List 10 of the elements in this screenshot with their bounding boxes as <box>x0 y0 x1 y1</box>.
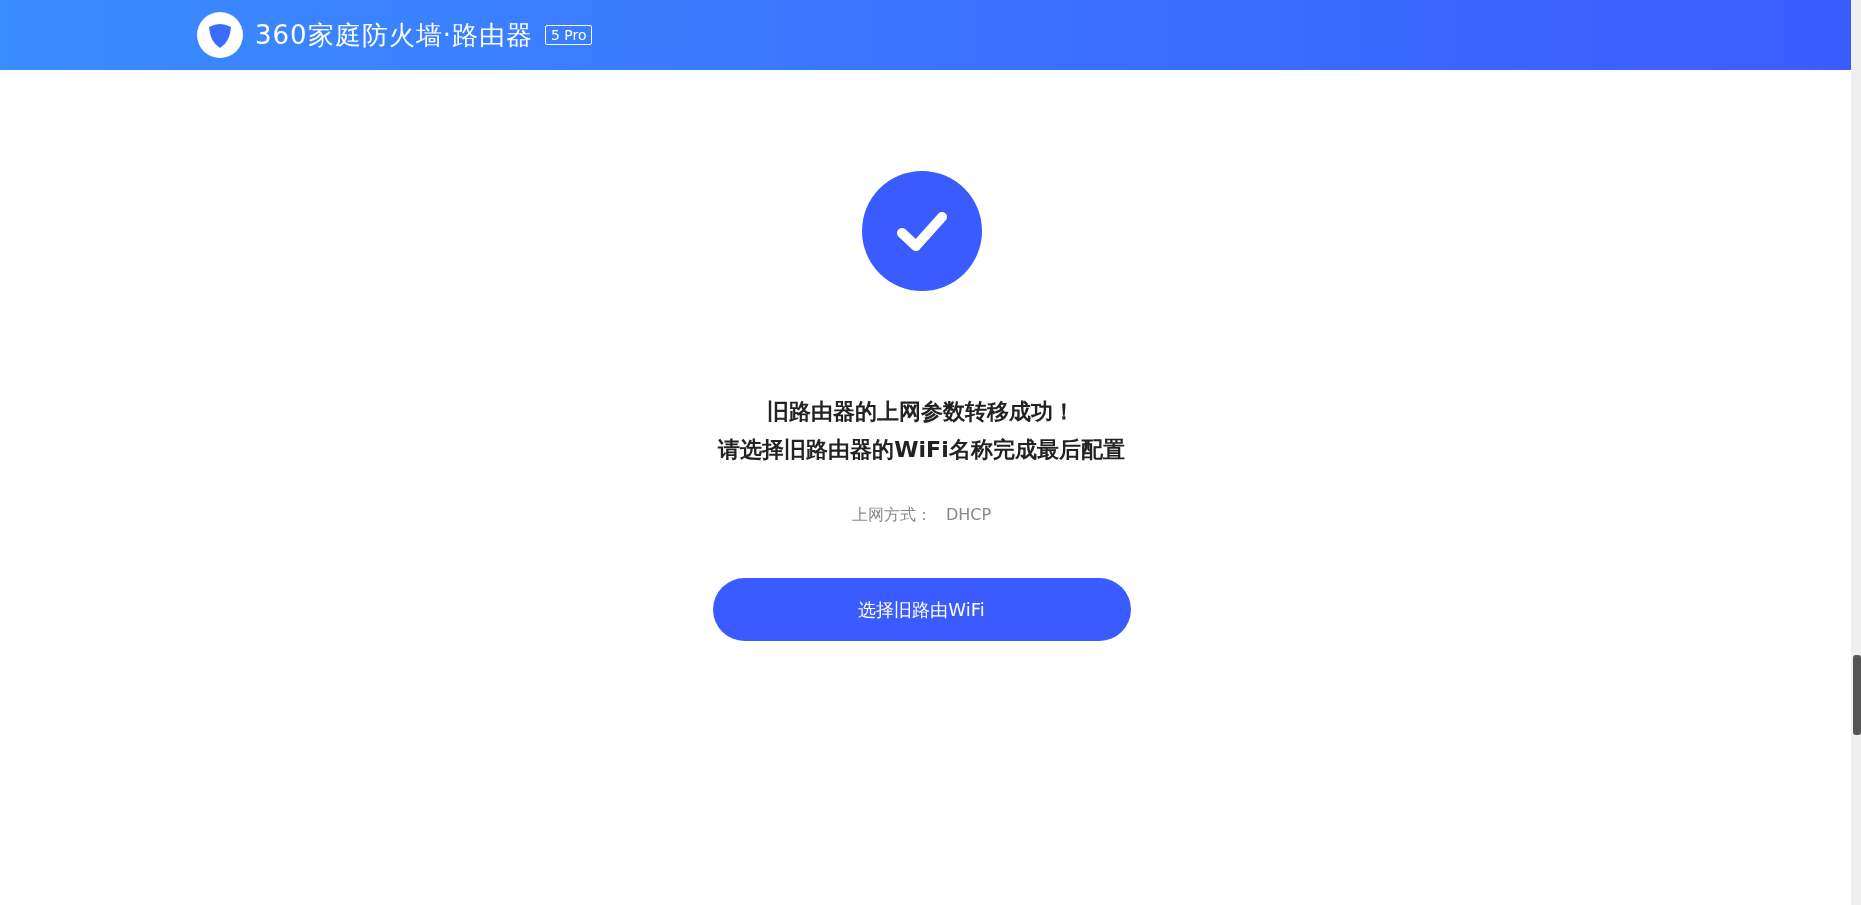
success-message: 旧路由器的上网参数转移成功！ <box>767 398 1076 426</box>
connection-label: 上网方式： <box>851 505 932 526</box>
version-badge: 5 Pro <box>544 25 593 45</box>
success-check-icon <box>861 171 982 291</box>
scrollbar-thumb[interactable] <box>1853 655 1861 735</box>
connection-value: DHCP <box>945 505 992 526</box>
success-message: 请选择旧路由器的WiFi名称完成最后配置 <box>718 436 1125 464</box>
select-wifi-button[interactable]: 选择旧路由WiFi <box>712 578 1131 641</box>
brand-title: 360家庭防火墙·路由器 <box>255 18 533 52</box>
shield-logo-icon <box>197 12 243 58</box>
